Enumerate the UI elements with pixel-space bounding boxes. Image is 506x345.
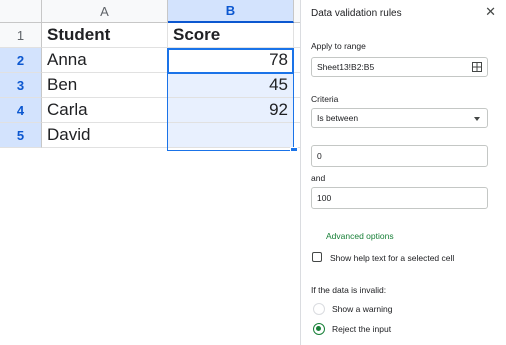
cell-a2[interactable]: Anna [42,48,168,73]
column-header-a[interactable]: A [42,0,168,23]
column-header-b[interactable]: B [168,0,294,23]
table-row: 4 Carla 92 [0,98,304,123]
spreadsheet-grid: A B 1 Student Score 2 Anna 78 3 Ben 45 4… [0,0,304,345]
cell-a5[interactable]: David [42,123,168,148]
advanced-options-link[interactable]: Advanced options [326,231,394,241]
range-input[interactable]: Sheet13!B2:B5 [311,57,488,77]
range-value: Sheet13!B2:B5 [317,62,375,72]
table-row: 2 Anna 78 [0,48,304,73]
invalid-data-label: If the data is invalid: [311,285,387,295]
reject-input-radio[interactable] [313,323,325,335]
chevron-down-icon [474,117,480,121]
row-header[interactable]: 5 [0,123,42,148]
panel-title: Data validation rules [311,8,402,19]
cell-b5[interactable] [168,123,294,148]
table-row: 1 Student Score [0,23,304,48]
help-text-checkbox[interactable] [312,252,322,262]
help-text-label: Show help text for a selected cell [330,253,455,263]
show-warning-label: Show a warning [332,304,393,314]
max-value-input[interactable]: 100 [311,187,488,209]
apply-to-range-label: Apply to range [311,41,366,51]
row-header[interactable]: 4 [0,98,42,123]
min-value: 0 [317,151,322,161]
row-header[interactable]: 2 [0,48,42,73]
criteria-value: Is between [317,113,359,123]
table-row: 5 David [0,123,304,148]
min-value-input[interactable]: 0 [311,145,488,167]
cell-a1[interactable]: Student [42,23,168,48]
select-all-corner[interactable] [0,0,42,23]
row-header[interactable]: 1 [0,23,42,48]
criteria-dropdown[interactable]: Is between [311,108,488,128]
reject-input-label: Reject the input [332,324,392,334]
close-icon[interactable]: ✕ [485,5,496,18]
cell-a3[interactable]: Ben [42,73,168,98]
cell-b4[interactable]: 92 [168,98,294,123]
row-header[interactable]: 3 [0,73,42,98]
select-range-icon[interactable] [472,62,482,72]
table-row: 3 Ben 45 [0,73,304,98]
cell-a4[interactable]: Carla [42,98,168,123]
data-validation-panel: Data validation rules ✕ Apply to range S… [300,0,506,345]
cell-b1[interactable]: Score [168,23,294,48]
criteria-label: Criteria [311,94,339,104]
and-label: and [311,173,326,183]
cell-b3[interactable]: 45 [168,73,294,98]
show-warning-radio[interactable] [313,303,325,315]
max-value: 100 [317,193,332,203]
empty-sheet-area [0,151,300,345]
cell-b2[interactable]: 78 [168,48,294,73]
